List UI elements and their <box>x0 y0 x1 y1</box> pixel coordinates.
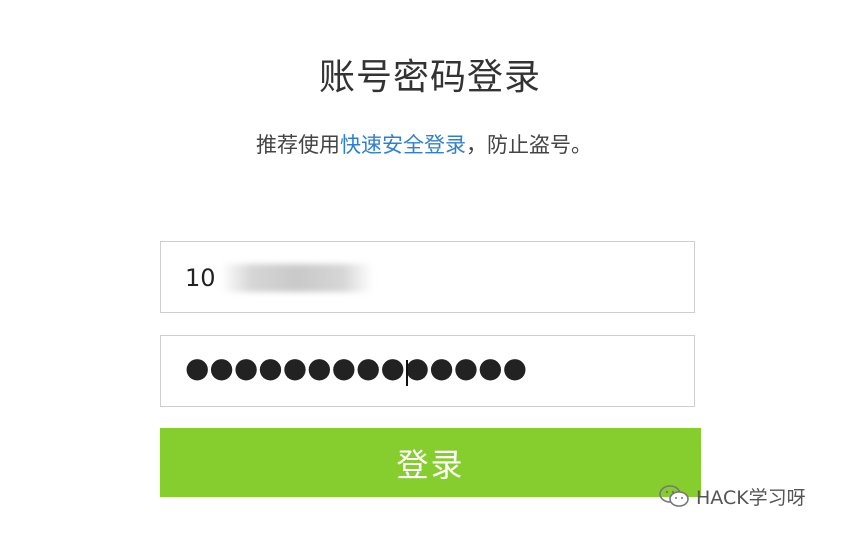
password-input[interactable]: ●●●●●●●●●●●●●● <box>160 335 695 407</box>
watermark-text: HACK学习呀 <box>696 486 806 509</box>
page-title: 账号密码登录 <box>318 57 541 98</box>
wechat-icon <box>659 485 689 507</box>
hint-suffix: ，防止盗号。 <box>466 133 592 157</box>
account-input[interactable]: 10 <box>160 241 695 313</box>
watermark: HACK学习呀 <box>658 481 806 511</box>
login-button[interactable]: 登录 <box>160 428 701 497</box>
login-hint: 推荐使用快速安全登录，防止盗号。 <box>0 129 842 159</box>
hint-prefix: 推荐使用 <box>256 133 340 157</box>
password-mask: ●●●●●●●●●●●●●● <box>185 351 528 384</box>
text-caret <box>406 360 408 386</box>
quick-login-link[interactable]: 快速安全登录 <box>340 133 466 157</box>
account-value: 10 <box>185 264 216 292</box>
redacted-blur <box>221 264 373 292</box>
